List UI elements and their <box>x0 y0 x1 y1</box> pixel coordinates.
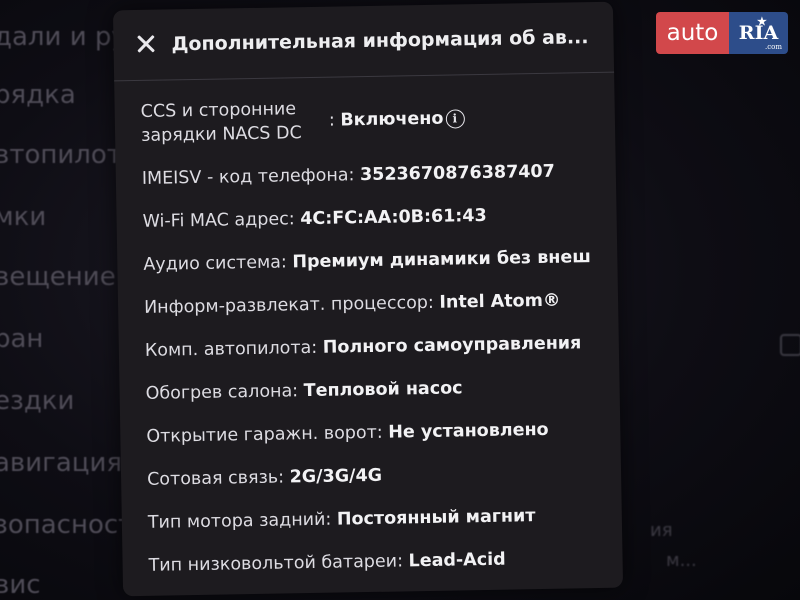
info-separator: : <box>396 551 404 572</box>
info-separator: : <box>348 165 355 186</box>
info-value: Не установлено <box>388 419 549 443</box>
menu-item: авигация <box>0 448 122 478</box>
info-separator: : <box>325 509 332 530</box>
info-separator: : <box>280 252 288 273</box>
info-label: Wi-Fi MAC адрес <box>142 209 289 232</box>
info-value: Тепловой насос <box>303 378 463 402</box>
info-row-infotainment-cpu: Информ-развлекат. процессор: Intel Atom® <box>144 288 608 320</box>
info-row-wifi-mac: Wi-Fi MAC адрес: 4C:FC:AA:0B:61:43 <box>142 202 606 234</box>
dialog-header: Дополнительная информация об ав... <box>112 1 615 82</box>
info-label: Информ-развлекат. процессор <box>143 292 429 318</box>
info-label: Комп. автопилота <box>144 337 312 361</box>
info-value: 4C:FC:AA:0B:61:43 <box>300 205 487 230</box>
info-icon[interactable]: i <box>445 108 465 129</box>
info-label: CCS и сторонние зарядки NACS DC <box>140 99 302 146</box>
info-list: CCS и сторонние зарядки NACS DC: Включен… <box>140 92 613 597</box>
info-row-garage-opener: Открытие гаражн. ворот: Не установлено <box>146 417 610 449</box>
additional-info-dialog: Дополнительная информация об ав... CCS и… <box>112 1 624 597</box>
info-label: IMEISV - код телефона <box>141 165 349 189</box>
logo-auto-part: auto <box>656 12 729 54</box>
info-separator: : <box>376 422 383 443</box>
menu-item: вещение <box>0 262 116 292</box>
background-icon <box>780 334 800 356</box>
menu-item: ран <box>0 324 44 354</box>
background-text: ия <box>650 520 673 541</box>
info-row-rear-motor: Тип мотора задний: Постоянный магнит <box>148 503 612 535</box>
info-row-lv-battery: Тип низковольтой батареи: Lead-Acid <box>148 546 612 578</box>
info-row-imeisv: IMEISV - код телефона: 3523670876387407 <box>142 159 606 191</box>
info-value: Включено <box>340 108 444 131</box>
background-right-panel: ия м... <box>640 330 800 590</box>
menu-item: дали и ру <box>0 22 127 52</box>
info-label: Аудио система <box>143 252 282 275</box>
dialog-title: Дополнительная информация об ав... <box>171 26 589 56</box>
info-row-cabin-heating: Обогрев салона: Тепловой насос <box>145 374 609 406</box>
info-value: 2G/3G/4G <box>289 465 383 488</box>
info-row-cellular: Сотовая связь: 2G/3G/4G <box>147 460 611 492</box>
menu-item: втопилот <box>0 140 122 170</box>
info-label: Сотовая связь <box>146 467 279 490</box>
menu-item: зопасност <box>0 510 134 540</box>
info-row-ccs: CCS и сторонние зарядки NACS DC: Включен… <box>140 92 605 148</box>
info-value: Intel Atom® <box>439 290 561 313</box>
background-text: м... <box>666 550 697 571</box>
info-label: Обогрев салона <box>145 381 293 404</box>
info-value: Постоянный магнит <box>336 506 536 530</box>
info-value: Lead-Acid <box>408 549 506 572</box>
close-icon[interactable] <box>133 32 157 56</box>
info-value: Полного самоуправления <box>322 333 582 358</box>
info-row-audio: Аудио система: Премиум динамики без внеш <box>143 245 607 277</box>
info-value: 3523670876387407 <box>359 161 555 186</box>
star-icon: ★ <box>757 15 767 28</box>
menu-item: рядка <box>0 80 76 110</box>
info-separator: : <box>427 292 435 313</box>
logo-com-text: .com <box>765 43 782 51</box>
info-row-autopilot-computer: Комп. автопилота: Полного самоуправления <box>145 331 609 363</box>
info-separator: : <box>292 381 299 402</box>
info-value: Премиум динамики без внеш <box>292 247 592 273</box>
info-label: Тип мотора задний <box>147 509 326 533</box>
info-separator: : <box>288 209 295 230</box>
menu-item: вис <box>0 570 41 600</box>
menu-item: ездки <box>0 386 75 416</box>
info-separator: : <box>328 110 335 131</box>
info-separator: : <box>277 467 285 488</box>
info-label: Открытие гаражн. ворот <box>146 422 377 447</box>
autoria-logo: auto ★ RIA .com <box>656 12 788 54</box>
info-label: Тип низковольтой батареи <box>148 551 398 576</box>
menu-item: мки <box>0 202 47 232</box>
info-separator: : <box>311 337 318 358</box>
logo-ria-part: ★ RIA .com <box>729 12 788 54</box>
